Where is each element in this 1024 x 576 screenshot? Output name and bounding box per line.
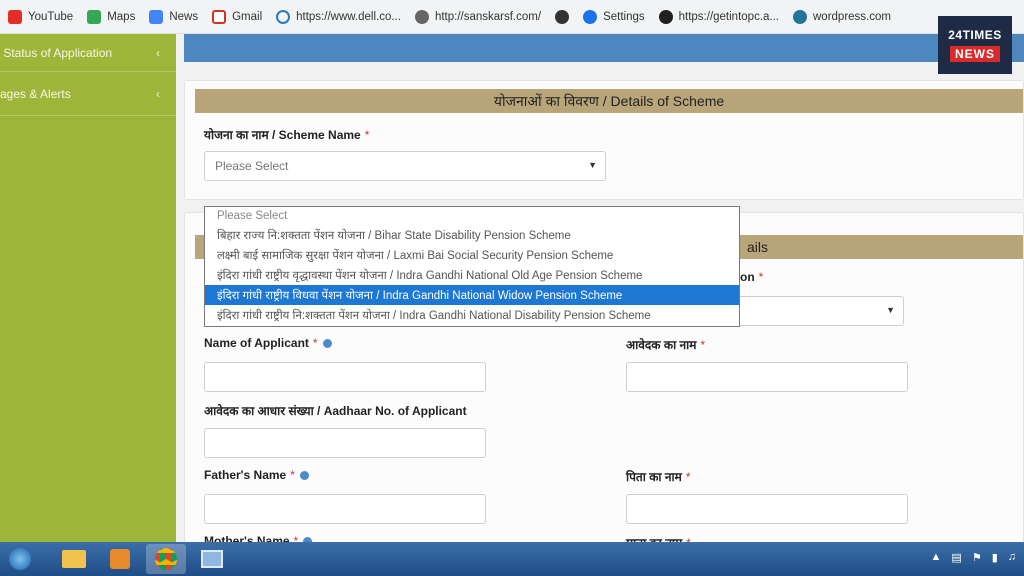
aadhaar-label: आवेदक का आधार संख्या / Aadhaar No. of Ap… (204, 404, 467, 418)
applicant-name-hindi-label: आवेदक का नाम * (626, 338, 706, 352)
channel-logo: 24TIMES NEWS (938, 16, 1012, 74)
windows-logo-icon (9, 548, 31, 570)
taskbar-chrome[interactable] (146, 544, 186, 574)
bookmark-wordpress[interactable]: wordpress.com (793, 9, 891, 24)
globe-icon (414, 9, 429, 24)
bookmark-news[interactable]: News (149, 9, 198, 24)
info-icon[interactable] (299, 471, 309, 481)
chevron-up-icon[interactable]: ▲ (931, 551, 942, 564)
dropdown-option[interactable]: बिहार राज्य नि:शक्तता पेंशन योजना / Biha… (205, 225, 739, 245)
windows-taskbar: ▲ ▤ ⚑ ▮ ♫ (0, 542, 1024, 576)
chrome-icon (155, 548, 177, 570)
bookmark-getintopc[interactable]: https://getintopc.a... (658, 9, 779, 24)
dropdown-option[interactable]: लक्ष्मी बाई सामाजिक सुरक्षा पेंशन योजना … (205, 245, 739, 265)
dropdown-arrow-icon: ▼ (886, 305, 895, 315)
dropdown-option-highlighted[interactable]: इंदिरा गांधी राष्ट्रीय विधवा पेंशन योजना… (205, 285, 739, 305)
fathers-name-hindi-label: पिता का नाम * (626, 470, 691, 484)
battery-icon[interactable]: ▮ (992, 551, 998, 564)
bookmark-settings[interactable]: Settings (583, 9, 645, 24)
fathers-name-label: Father's Name * (204, 468, 309, 482)
network-icon[interactable]: ▤ (951, 551, 961, 564)
scheme-name-label: योजना का नाम / Scheme Name * (204, 128, 370, 142)
gmail-icon (212, 9, 227, 24)
name-of-applicant-label: Name of Applicant * (204, 336, 332, 350)
info-icon[interactable] (322, 339, 332, 349)
dropdown-option[interactable]: इंदिरा गांधी राष्ट्रीय नि:शक्तता पेंशन य… (205, 305, 739, 325)
dropdown-arrow-icon: ▼ (588, 160, 597, 170)
applicant-name-hindi-input[interactable] (626, 362, 908, 392)
taskbar-file-explorer[interactable] (54, 544, 94, 574)
start-button[interactable] (0, 544, 40, 574)
folder-icon (62, 550, 86, 568)
scheme-name-select[interactable]: Please Select ▼ (204, 151, 606, 181)
sidebar: v Status of Application ‹ sages & Alerts… (0, 34, 176, 542)
getintopc-icon (658, 9, 673, 24)
dropdown-option[interactable]: इंदिरा गांधी राष्ट्रीय वृद्धावस्था पेंशन… (205, 265, 739, 285)
gear-icon (583, 9, 598, 24)
dropdown-option[interactable]: Please Select (205, 207, 739, 225)
sidebar-item-messages-alerts[interactable]: sages & Alerts ‹ (0, 72, 176, 116)
globe-icon (555, 9, 570, 24)
aadhaar-input[interactable] (204, 428, 486, 458)
bookmark-youtube[interactable]: YouTube (8, 9, 73, 24)
bookmark-globe[interactable] (555, 9, 570, 24)
bookmark-dell[interactable]: https://www.dell.co... (276, 9, 401, 24)
fathers-name-input[interactable] (204, 494, 486, 524)
window-app-icon (201, 550, 223, 568)
taskbar-app[interactable] (192, 544, 232, 574)
volume-icon[interactable]: ♫ (1008, 551, 1016, 564)
bookmark-maps[interactable]: Maps (87, 9, 135, 24)
partial-field-label: on * (740, 270, 764, 284)
news-icon (149, 9, 164, 24)
wordpress-icon (793, 9, 807, 24)
scheme-dropdown-list: Please Select बिहार राज्य नि:शक्तता पेंश… (204, 206, 740, 327)
youtube-icon (8, 9, 22, 24)
sidebar-item-status-of-application[interactable]: v Status of Application ‹ (0, 34, 176, 72)
scheme-panel-header: योजनाओं का विवरण / Details of Scheme (195, 89, 1023, 113)
flag-icon[interactable]: ⚑ (972, 551, 982, 564)
bookmark-sanskarsf[interactable]: http://sanskarsf.com/ (414, 9, 541, 24)
bookmarks-bar: YouTube Maps News Gmail https://www.dell… (0, 0, 1024, 34)
system-tray: ▲ ▤ ⚑ ▮ ♫ (931, 551, 1016, 564)
fathers-name-hindi-input[interactable] (626, 494, 908, 524)
chevron-left-icon: ‹ (156, 45, 160, 60)
media-player-icon (110, 549, 130, 569)
maps-icon (87, 9, 102, 24)
chevron-left-icon: ‹ (156, 86, 160, 101)
bookmark-gmail[interactable]: Gmail (212, 9, 262, 24)
name-of-applicant-input[interactable] (204, 362, 486, 392)
dell-icon (276, 9, 291, 24)
top-banner (184, 34, 1024, 62)
taskbar-media-player[interactable] (100, 544, 140, 574)
